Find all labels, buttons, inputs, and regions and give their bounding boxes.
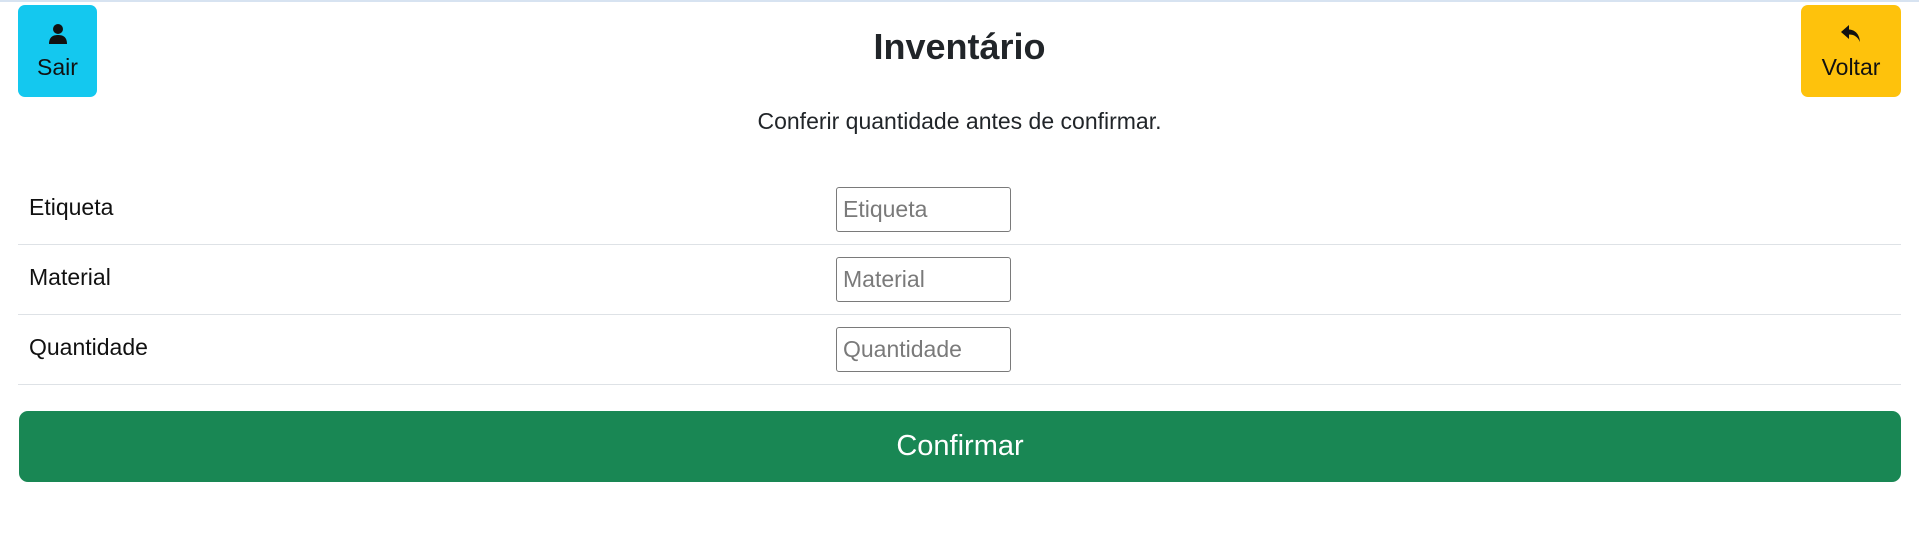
confirm-button[interactable]: Confirmar (19, 411, 1901, 482)
form-row-quantidade: Quantidade (18, 315, 1901, 385)
etiqueta-label: Etiqueta (29, 194, 114, 220)
reply-arrow-icon (1841, 24, 1860, 42)
material-input[interactable] (836, 257, 1011, 302)
voltar-button-label: Voltar (1821, 53, 1881, 80)
etiqueta-input[interactable] (836, 187, 1011, 232)
quantidade-input[interactable] (836, 327, 1011, 372)
form-row-material: Material (18, 245, 1901, 315)
page-title: Inventário (873, 26, 1046, 67)
inventory-page: Sair Inventário Voltar Conferir quantida… (0, 0, 1919, 553)
page-subtitle: Conferir quantidade antes de confirmar. (757, 108, 1162, 134)
inventory-form: Etiqueta Material Quantidade (18, 175, 1901, 385)
form-row-etiqueta: Etiqueta (18, 175, 1901, 245)
quantidade-label: Quantidade (29, 334, 148, 360)
voltar-button[interactable]: Voltar (1801, 5, 1901, 97)
material-label: Material (29, 264, 111, 290)
